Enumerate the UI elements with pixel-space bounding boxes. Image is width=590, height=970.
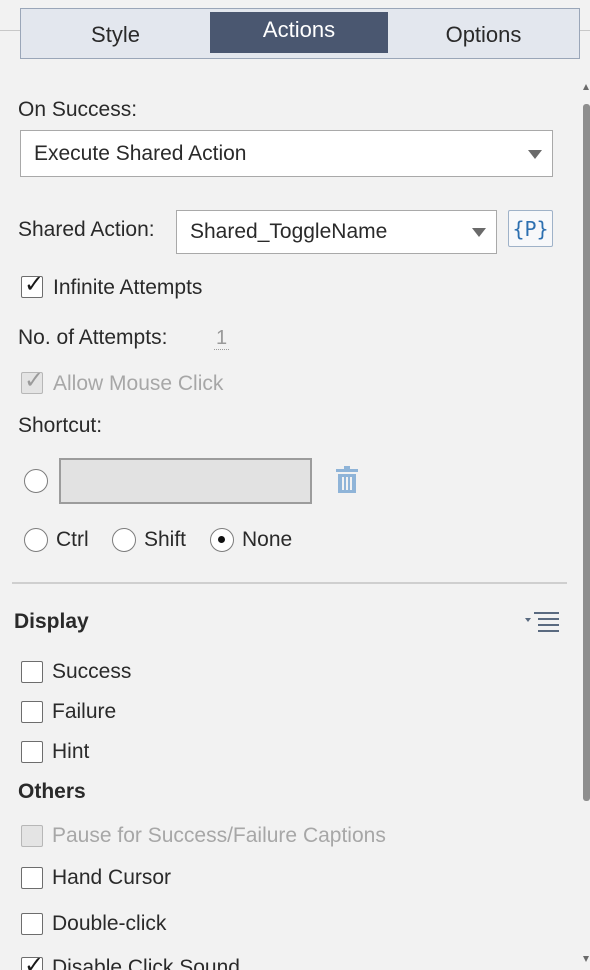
scrollbar-thumb[interactable] <box>583 104 590 801</box>
shortcut-input[interactable] <box>59 458 312 504</box>
success-checkbox[interactable] <box>21 661 43 683</box>
checkmark-icon: ✓ <box>24 270 45 298</box>
ctrl-radio[interactable] <box>24 528 48 552</box>
on-success-value: Execute Shared Action <box>34 141 247 165</box>
shared-action-label: Shared Action: <box>18 218 155 241</box>
failure-checkbox[interactable] <box>21 701 43 723</box>
shift-label: Shift <box>144 528 187 551</box>
double-click-checkbox[interactable] <box>21 913 43 935</box>
shared-action-value: Shared_ToggleName <box>190 220 388 243</box>
pause-captions-label: Pause for Success/Failure Captions <box>52 824 386 847</box>
ctrl-label: Ctrl <box>56 528 89 551</box>
scroll-down-icon[interactable] <box>583 956 589 962</box>
chevron-down-icon <box>528 149 542 159</box>
infinite-attempts-label: Infinite Attempts <box>53 276 203 299</box>
none-label: None <box>242 528 293 551</box>
tab-actions[interactable]: Actions <box>210 12 388 53</box>
infinite-attempts-checkbox[interactable]: ✓ <box>21 272 44 298</box>
tab-style[interactable]: Style <box>21 9 210 58</box>
shift-radio[interactable] <box>112 528 136 552</box>
display-heading: Display <box>14 610 89 633</box>
disable-click-sound-label: Disable Click Sound <box>52 956 240 970</box>
failure-label: Failure <box>52 700 117 723</box>
hint-label: Hint <box>52 740 90 763</box>
double-click-label: Double-click <box>52 912 167 935</box>
hand-cursor-checkbox[interactable] <box>21 867 43 889</box>
allow-mouse-click-checkbox[interactable]: ✓ <box>21 368 44 394</box>
hand-cursor-label: Hand Cursor <box>52 866 172 889</box>
allow-mouse-click-label: Allow Mouse Click <box>53 372 224 395</box>
chevron-down-icon <box>472 228 486 237</box>
tab-options[interactable]: Options <box>388 9 579 58</box>
shortcut-radio[interactable] <box>24 469 48 493</box>
panel-top-line <box>0 30 22 31</box>
parameters-button[interactable]: {P} <box>508 210 553 247</box>
section-divider <box>12 582 567 584</box>
pause-captions-checkbox[interactable] <box>21 825 43 847</box>
trash-icon[interactable] <box>334 466 360 494</box>
others-heading: Others <box>18 780 86 803</box>
checkmark-icon: ✓ <box>24 366 45 394</box>
attempts-label: No. of Attempts: <box>18 326 168 349</box>
on-success-label: On Success: <box>18 98 138 121</box>
shared-action-select[interactable]: Shared_ToggleName <box>176 210 497 254</box>
none-radio[interactable] <box>210 528 234 552</box>
tab-bar: Style Actions Options <box>20 8 580 59</box>
radio-selected-dot <box>218 536 225 543</box>
disable-click-sound-checkbox[interactable]: ✓ <box>21 953 44 970</box>
scroll-up-icon[interactable] <box>583 84 589 90</box>
shortcut-label: Shortcut: <box>18 414 103 437</box>
on-success-select[interactable]: Execute Shared Action <box>20 130 553 177</box>
list-menu-icon[interactable] <box>524 611 560 635</box>
hint-checkbox[interactable] <box>21 741 43 763</box>
attempts-value[interactable]: 1 <box>214 327 230 350</box>
checkmark-icon: ✓ <box>24 951 45 970</box>
success-label: Success <box>52 660 132 683</box>
